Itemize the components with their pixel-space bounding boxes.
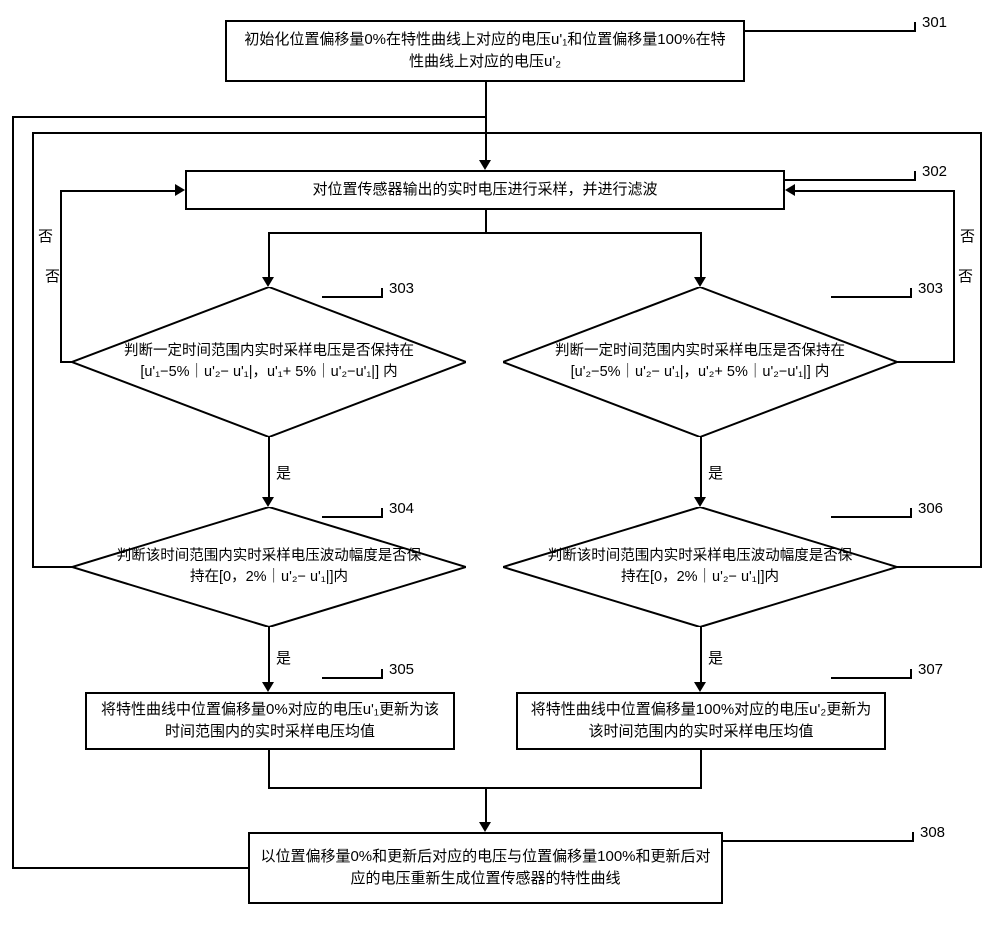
ref-303b: 303 <box>918 280 943 297</box>
no-304: 否 <box>38 225 53 246</box>
ref-307: 307 <box>918 661 943 678</box>
step-305-box: 将特性曲线中位置偏移量0%对应的电压u'₁更新为该时间范围内的实时采样电压均值 <box>85 692 455 750</box>
no-306: 否 <box>960 225 975 246</box>
step-303-left-diamond: 判断一定时间范围内实时采样电压是否保持在[u'₁−5%｜u'₂− u'₁|，u'… <box>72 287 466 437</box>
ref-305: 305 <box>389 661 414 678</box>
step-307-text: 将特性曲线中位置偏移量100%对应的电压u'₂更新为该时间范围内的实时采样电压均… <box>528 699 874 743</box>
yes-303-left: 是 <box>276 462 291 483</box>
no-303-left: 否 <box>45 265 60 286</box>
step-308-text: 以位置偏移量0%和更新后对应的电压与位置偏移量100%和更新后对应的电压重新生成… <box>260 846 711 890</box>
ref-304: 304 <box>389 500 414 517</box>
step-305-text: 将特性曲线中位置偏移量0%对应的电压u'₁更新为该时间范围内的实时采样电压均值 <box>97 699 443 743</box>
ref-301: 301 <box>922 14 947 31</box>
step-304-diamond: 判断该时间范围内实时采样电压波动幅度是否保持在[0，2%｜u'₂− u'₁|]内 <box>72 507 466 627</box>
yes-304: 是 <box>276 647 291 668</box>
step-303-right-diamond: 判断一定时间范围内实时采样电压是否保持在[u'₂−5%｜u'₂− u'₁|，u'… <box>503 287 897 437</box>
step-304-text: 判断该时间范围内实时采样电压波动幅度是否保持在[0，2%｜u'₂− u'₁|]内 <box>115 546 422 588</box>
step-306-diamond: 判断该时间范围内实时采样电压波动幅度是否保持在[0，2%｜u'₂− u'₁|]内 <box>503 507 897 627</box>
step-302-text: 对位置传感器输出的实时电压进行采样，并进行滤波 <box>312 179 657 201</box>
step-308-box: 以位置偏移量0%和更新后对应的电压与位置偏移量100%和更新后对应的电压重新生成… <box>248 832 723 904</box>
step-301-text: 初始化位置偏移量0%在特性曲线上对应的电压u'₁和位置偏移量100%在特性曲线上… <box>237 29 733 73</box>
step-307-box: 将特性曲线中位置偏移量100%对应的电压u'₂更新为该时间范围内的实时采样电压均… <box>516 692 886 750</box>
step-303-left-text: 判断一定时间范围内实时采样电压是否保持在[u'₁−5%｜u'₂− u'₁|，u'… <box>115 341 422 383</box>
step-306-text: 判断该时间范围内实时采样电压波动幅度是否保持在[0，2%｜u'₂− u'₁|]内 <box>546 546 853 588</box>
no-303-right: 否 <box>958 265 973 286</box>
yes-306: 是 <box>708 647 723 668</box>
step-302-box: 对位置传感器输出的实时电压进行采样，并进行滤波 <box>185 170 785 210</box>
ref-303a: 303 <box>389 280 414 297</box>
step-303-right-text: 判断一定时间范围内实时采样电压是否保持在[u'₂−5%｜u'₂− u'₁|，u'… <box>546 341 853 383</box>
yes-303-right: 是 <box>708 462 723 483</box>
ref-308: 308 <box>920 824 945 841</box>
ref-302: 302 <box>922 163 947 180</box>
ref-306: 306 <box>918 500 943 517</box>
step-301-box: 初始化位置偏移量0%在特性曲线上对应的电压u'₁和位置偏移量100%在特性曲线上… <box>225 20 745 82</box>
